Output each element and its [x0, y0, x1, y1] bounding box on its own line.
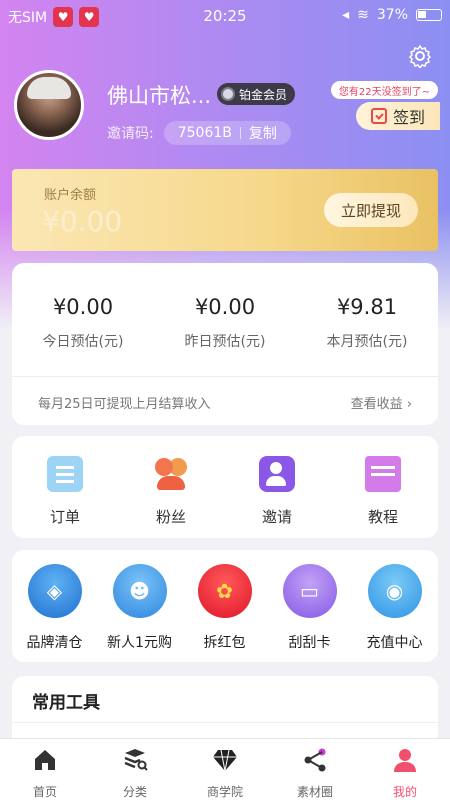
diamond-icon	[213, 749, 237, 772]
tag-icon: ◈	[27, 564, 82, 618]
divider	[239, 127, 241, 139]
membership-badge: 铂金会员	[217, 83, 296, 105]
quick-action-label: 粉丝	[155, 508, 186, 526]
tab-academy[interactable]: 商学院	[180, 747, 270, 800]
settlement-note: 每月25日可提现上月结算收入	[38, 397, 211, 412]
recharge-bag-icon: ◉	[367, 564, 422, 618]
category-search-icon	[124, 749, 148, 771]
promo-brand-clearance[interactable]: ◈ 品牌清仓	[12, 564, 97, 652]
earning-yesterday[interactable]: ¥0.00 昨日预估(元)	[154, 295, 296, 351]
earning-label: 本月预估(元)	[326, 334, 408, 350]
quick-action-fans[interactable]: 粉丝	[118, 456, 224, 527]
earning-label: 昨日预估(元)	[184, 334, 266, 350]
tab-home[interactable]: 首页	[0, 747, 90, 800]
membership-label: 铂金会员	[239, 87, 288, 102]
status-bar: 无SIM ♥ ♥ 20:25 ◂ ≋ 37%	[0, 0, 450, 32]
view-earnings-label: 查看收益	[350, 397, 403, 412]
tab-label: 商学院	[206, 785, 243, 799]
battery-icon	[416, 9, 442, 21]
invite-code-pill: 75061B 复制	[163, 121, 291, 145]
earnings-card: ¥0.00 今日预估(元) ¥0.00 昨日预估(元) ¥9.81 本月预估(元…	[12, 263, 438, 425]
earning-month[interactable]: ¥9.81 本月预估(元)	[296, 295, 438, 351]
share-icon	[304, 748, 326, 772]
signin-tip: 您有22天没签到了~	[330, 81, 438, 99]
signin-button[interactable]: 签到	[356, 102, 440, 130]
tab-mine[interactable]: 我的	[360, 747, 450, 800]
signin-label: 签到	[392, 108, 425, 127]
tab-category[interactable]: 分类	[90, 747, 180, 800]
promo-newcomer[interactable]: ☻ 新人1元购	[97, 564, 182, 652]
promo-label: 新人1元购	[107, 635, 172, 651]
earning-label: 今日预估(元)	[42, 334, 124, 350]
money-bag-icon: ✿	[197, 564, 252, 618]
promo-label: 充值中心	[366, 635, 423, 651]
earning-value: ¥0.00	[194, 295, 256, 319]
fans-people-icon	[153, 456, 189, 492]
username: 佛山市松...	[107, 84, 212, 108]
tools-title: 常用工具	[32, 693, 100, 713]
tutorial-folder-icon	[365, 456, 401, 492]
quick-action-invite[interactable]: 邀请	[224, 456, 330, 527]
invite-code: 75061B	[177, 125, 232, 141]
quick-action-label: 教程	[367, 508, 398, 526]
earning-value: ¥0.00	[52, 295, 114, 319]
tab-label: 分类	[122, 785, 147, 799]
mute-icon: ◂	[342, 7, 350, 23]
tab-label: 素材圈	[296, 785, 333, 799]
copy-button[interactable]: 复制	[249, 123, 277, 143]
calendar-check-icon	[370, 108, 387, 124]
promotions-card: ◈ 品牌清仓 ☻ 新人1元购 ✿ 拆红包 ▭ 刮刮卡 ◉ 充值中心	[12, 550, 438, 662]
promo-scratch-card[interactable]: ▭ 刮刮卡	[267, 564, 352, 652]
balance-value: ¥0.00	[42, 205, 123, 238]
quick-action-orders[interactable]: 订单	[12, 456, 118, 527]
divider	[12, 722, 438, 723]
users-icon: ☻	[112, 564, 167, 618]
chevron-right-icon: ›	[406, 397, 412, 412]
invite-code-row: 邀请码: 75061B 复制	[107, 121, 291, 145]
battery-level: 37%	[376, 7, 408, 23]
balance-card: 账户余额 ¥0.00 立即提现	[12, 169, 438, 251]
promo-red-packet[interactable]: ✿ 拆红包	[182, 564, 267, 652]
settings-gear-icon[interactable]	[408, 44, 432, 68]
order-clipboard-icon	[47, 456, 83, 492]
home-icon	[35, 750, 55, 770]
quick-actions-card: 订单 粉丝 邀请 教程	[12, 436, 438, 538]
divider	[12, 376, 438, 377]
balance-label: 账户余额	[44, 188, 97, 203]
promo-label: 拆红包	[203, 635, 246, 651]
tab-materials[interactable]: 素材圈	[270, 747, 360, 800]
invite-user-icon	[259, 456, 295, 492]
promo-label: 品牌清仓	[26, 635, 83, 651]
quick-action-label: 订单	[49, 508, 80, 526]
bottom-tab-bar: 首页 分类 商学院 素材圈 我的	[0, 738, 450, 800]
promo-label: 刮刮卡	[288, 635, 331, 651]
view-earnings-link[interactable]: 查看收益 ›	[351, 393, 412, 412]
quick-action-tutorial[interactable]: 教程	[330, 456, 436, 527]
earning-today[interactable]: ¥0.00 今日预估(元)	[12, 295, 154, 351]
invite-label: 邀请码:	[107, 126, 154, 142]
avatar[interactable]	[14, 70, 84, 140]
promo-recharge[interactable]: ◉ 充值中心	[352, 564, 437, 652]
wifi-icon: ≋	[357, 7, 369, 23]
quick-action-label: 邀请	[261, 508, 292, 526]
earning-value: ¥9.81	[336, 295, 398, 319]
card-icon: ▭	[282, 564, 337, 618]
membership-gem-icon	[221, 87, 235, 101]
tab-label: 首页	[32, 785, 57, 799]
tab-label: 我的	[392, 785, 417, 799]
user-icon	[394, 749, 416, 772]
withdraw-button[interactable]: 立即提现	[324, 193, 418, 227]
